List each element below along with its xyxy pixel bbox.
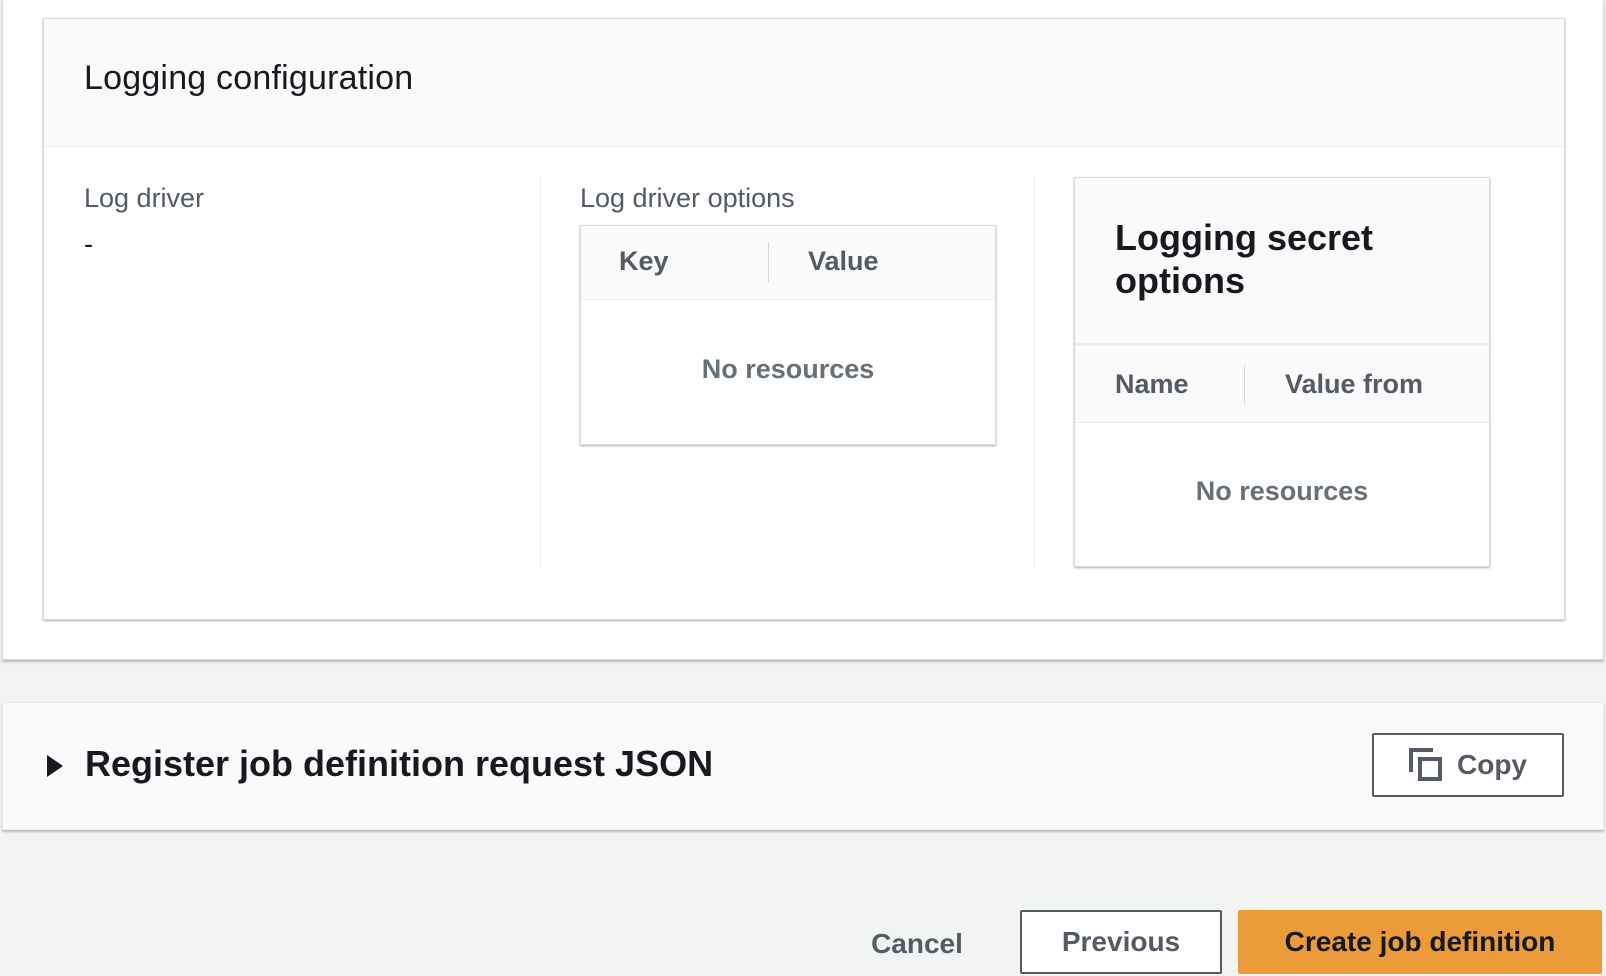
create-job-definition-button[interactable]: Create job definition [1238, 910, 1602, 974]
copy-button[interactable]: Copy [1372, 733, 1564, 797]
copy-button-label: Copy [1457, 749, 1527, 780]
column-divider [540, 177, 541, 567]
cancel-button[interactable]: Cancel [856, 912, 978, 976]
logging-secret-options-title-line1: Logging secret [1115, 217, 1374, 258]
empty-state-text: No resources [1195, 476, 1369, 506]
column-separator [768, 242, 769, 282]
log-driver-options-table: Key Value No resources [580, 225, 996, 445]
column-header-name[interactable]: Name [1115, 369, 1189, 400]
column-header-key[interactable]: Key [619, 246, 669, 277]
column-separator [1244, 365, 1245, 405]
empty-state-text: No resources [701, 354, 875, 384]
log-driver-value: - [84, 229, 93, 259]
column-divider [1034, 177, 1035, 567]
caret-right-icon[interactable] [47, 755, 63, 777]
request-json-section: Register job definition request JSON Cop… [2, 702, 1604, 830]
log-driver-options-label: Log driver options [580, 183, 795, 213]
table-header: Name Value from [1075, 349, 1489, 423]
logging-configuration-panel: Logging configuration Log driver - Log d… [43, 18, 1565, 620]
job-definition-review-card: Logging configuration Log driver - Log d… [2, 0, 1604, 660]
logging-configuration-title: Logging configuration [84, 59, 414, 97]
logging-configuration-header: Logging configuration [44, 19, 1564, 147]
previous-button[interactable]: Previous [1020, 910, 1222, 974]
table-header: Key Value [581, 226, 995, 300]
logging-secret-options-title: Logging secret options [1115, 216, 1373, 302]
copy-icon [1409, 748, 1443, 782]
logging-secret-options-table: Logging secret options Name Value from N… [1074, 177, 1490, 567]
log-driver-label: Log driver [84, 183, 205, 213]
column-header-value-from[interactable]: Value from [1285, 369, 1423, 400]
logging-secret-options-header: Logging secret options [1075, 178, 1489, 346]
logging-secret-options-title-line2: options [1115, 260, 1245, 301]
request-json-title[interactable]: Register job definition request JSON [85, 743, 713, 785]
column-header-value[interactable]: Value [808, 246, 879, 277]
